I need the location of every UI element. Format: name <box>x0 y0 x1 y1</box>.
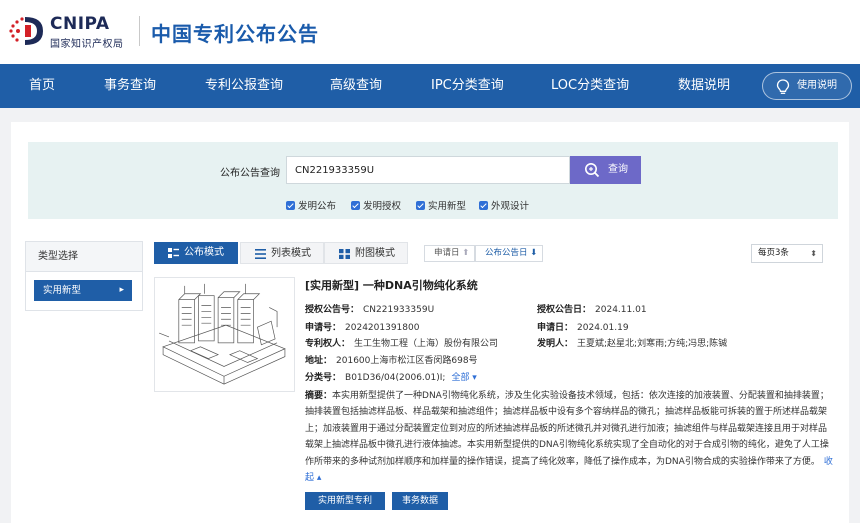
field-label: 地址： <box>305 356 333 366</box>
abstract-text: 本实用新型提供了一种DNA引物纯化系统，涉及生化实验设备技术领域，包括：依次连接… <box>305 391 829 467</box>
utility-patent-button[interactable]: 实用新型专利 <box>305 492 385 510</box>
tab-label: 列表模式 <box>271 248 311 259</box>
search-icon <box>585 163 600 178</box>
checkbox-label: 实用新型 <box>428 201 467 212</box>
search-label: 公布公告查询 <box>220 168 280 179</box>
inventor: 发明人： 王夏斌;赵星北;刘寒雨;方纯;冯思;陈铖 <box>537 336 727 349</box>
classification: 分类号： B01D36/04(2006.01)I; 全部 ▾ <box>305 370 477 383</box>
help-label: 使用说明 <box>797 80 837 91</box>
expand-all-link[interactable]: 全部 ▾ <box>451 373 476 383</box>
per-page-select[interactable]: 每页3条 ⬍ <box>751 244 823 263</box>
field-label: 授权公告日： <box>537 305 592 315</box>
search-input[interactable] <box>286 156 570 184</box>
sort-by-pub-date[interactable]: 公布公告日 ⬇ <box>475 245 543 262</box>
result-title[interactable]: [实用新型] 一种DNA引物纯化系统 <box>305 277 478 293</box>
cnipa-logo-icon[interactable] <box>7 13 47 49</box>
checkbox-label: 发明授权 <box>363 201 402 212</box>
field-label: 专利权人： <box>305 339 351 349</box>
type-sidebar: 类型选择 实用新型 ▸ <box>25 241 143 311</box>
list-icon <box>255 249 266 259</box>
app-date: 申请日： 2024.01.19 <box>537 320 629 333</box>
address: 地址： 201600上海市松江区香闵路698号 <box>305 353 478 366</box>
sort-arrow-icon: ⬆ <box>462 248 470 258</box>
checkbox-checked-icon <box>351 201 360 210</box>
field-label: 申请日： <box>537 323 574 333</box>
checkbox-design[interactable]: 外观设计 <box>479 198 529 212</box>
field-value: 2024.01.19 <box>577 323 629 333</box>
lightbulb-icon <box>776 79 790 94</box>
checkbox-checked-icon <box>479 201 488 210</box>
sort-arrow-icon: ⬇ <box>530 248 538 258</box>
nav-item-gazette[interactable]: 专利公报查询 <box>205 64 283 108</box>
logo-divider <box>139 16 140 46</box>
field-value: CN221933359U <box>363 305 435 315</box>
field-value: 生工生物工程（上海）股份有限公司 <box>354 339 499 349</box>
tab-figure-mode[interactable]: 附图模式 <box>324 242 408 264</box>
checkbox-label: 外观设计 <box>491 201 530 212</box>
nav-item-ipc[interactable]: IPC分类查询 <box>431 64 504 108</box>
grid-icon <box>339 249 350 259</box>
checkbox-utility-model[interactable]: 实用新型 <box>416 198 466 212</box>
grant-pub-no: 授权公告号： CN221933359U <box>305 302 434 315</box>
tab-label: 附图模式 <box>355 248 395 259</box>
nav-item-advanced[interactable]: 高级查询 <box>330 64 382 108</box>
site-title[interactable]: 中国专利公布公告 <box>151 18 319 47</box>
site-header: CNIPA 国家知识产权局 中国专利公布公告 <box>0 0 860 64</box>
checkbox-label: 发明公布 <box>298 201 337 212</box>
field-value: 2024.11.01 <box>595 305 647 315</box>
search-area: 公布公告查询 查询 发明公布 发明授权 实用新型 外观设计 <box>28 142 838 219</box>
field-value: 201600上海市松江区香闵路698号 <box>336 356 478 366</box>
sidebar-item-label: 实用新型 <box>43 285 82 296</box>
sidebar-title: 类型选择 <box>26 242 142 272</box>
image-text-icon <box>168 248 179 258</box>
field-label: 申请号： <box>305 323 342 333</box>
patent-holder: 专利权人： 生工生物工程（上海）股份有限公司 <box>305 336 498 349</box>
checkbox-checked-icon <box>416 201 425 210</box>
abstract-label: 摘要： <box>305 391 333 401</box>
tab-label: 公布模式 <box>184 247 224 258</box>
field-label: 分类号： <box>305 373 342 383</box>
chevron-right-icon: ▸ <box>119 285 124 295</box>
tab-publication-mode[interactable]: 公布模式 <box>154 242 238 264</box>
search-button-label: 查询 <box>608 164 628 175</box>
affairs-data-button[interactable]: 事务数据 <box>392 492 448 510</box>
caret-updown-icon: ⬍ <box>810 249 817 258</box>
tab-list-mode[interactable]: 列表模式 <box>240 242 324 264</box>
checkbox-invention-grant[interactable]: 发明授权 <box>351 198 401 212</box>
sort-label: 公布公告日 <box>485 248 528 258</box>
grant-pub-date: 授权公告日： 2024.11.01 <box>537 302 647 315</box>
nav-item-home[interactable]: 首页 <box>29 64 55 108</box>
sort-label: 申请日 <box>434 248 460 258</box>
main-panel: 公布公告查询 查询 发明公布 发明授权 实用新型 外观设计 类型选择 实用新型 … <box>11 122 849 523</box>
patent-figure-thumbnail[interactable] <box>154 277 295 392</box>
result-type: [实用新型] <box>305 279 360 292</box>
field-value: 2024201391800 <box>345 323 420 333</box>
nav-item-affairs[interactable]: 事务查询 <box>104 64 156 108</box>
main-nav: 首页 事务查询 专利公报查询 高级查询 IPC分类查询 LOC分类查询 数据说明… <box>0 64 860 108</box>
app-no: 申请号： 2024201391800 <box>305 320 419 333</box>
field-label: 授权公告号： <box>305 305 360 315</box>
field-value: B01D36/04(2006.01)I; <box>345 373 446 383</box>
checkbox-invention-pub[interactable]: 发明公布 <box>286 198 336 212</box>
nav-item-loc[interactable]: LOC分类查询 <box>551 64 629 108</box>
checkbox-checked-icon <box>286 201 295 210</box>
sidebar-item-utility-model[interactable]: 实用新型 ▸ <box>34 280 132 301</box>
field-value: 王夏斌;赵星北;刘寒雨;方纯;冯思;陈铖 <box>577 339 728 349</box>
search-button[interactable]: 查询 <box>570 156 641 184</box>
help-button[interactable]: 使用说明 <box>762 72 852 100</box>
logo-text: CNIPA <box>50 14 110 34</box>
field-label: 发明人： <box>537 339 574 349</box>
sort-by-app-date[interactable]: 申请日 ⬆ <box>424 245 475 262</box>
logo-subtitle: 国家知识产权局 <box>50 39 124 50</box>
result-title-text: 一种DNA引物纯化系统 <box>362 279 478 292</box>
nav-item-data-notes[interactable]: 数据说明 <box>678 64 730 108</box>
per-page-value: 每页3条 <box>758 248 789 258</box>
abstract: 摘要：本实用新型提供了一种DNA引物纯化系统，涉及生化实验设备技术领域，包括：依… <box>305 388 835 486</box>
